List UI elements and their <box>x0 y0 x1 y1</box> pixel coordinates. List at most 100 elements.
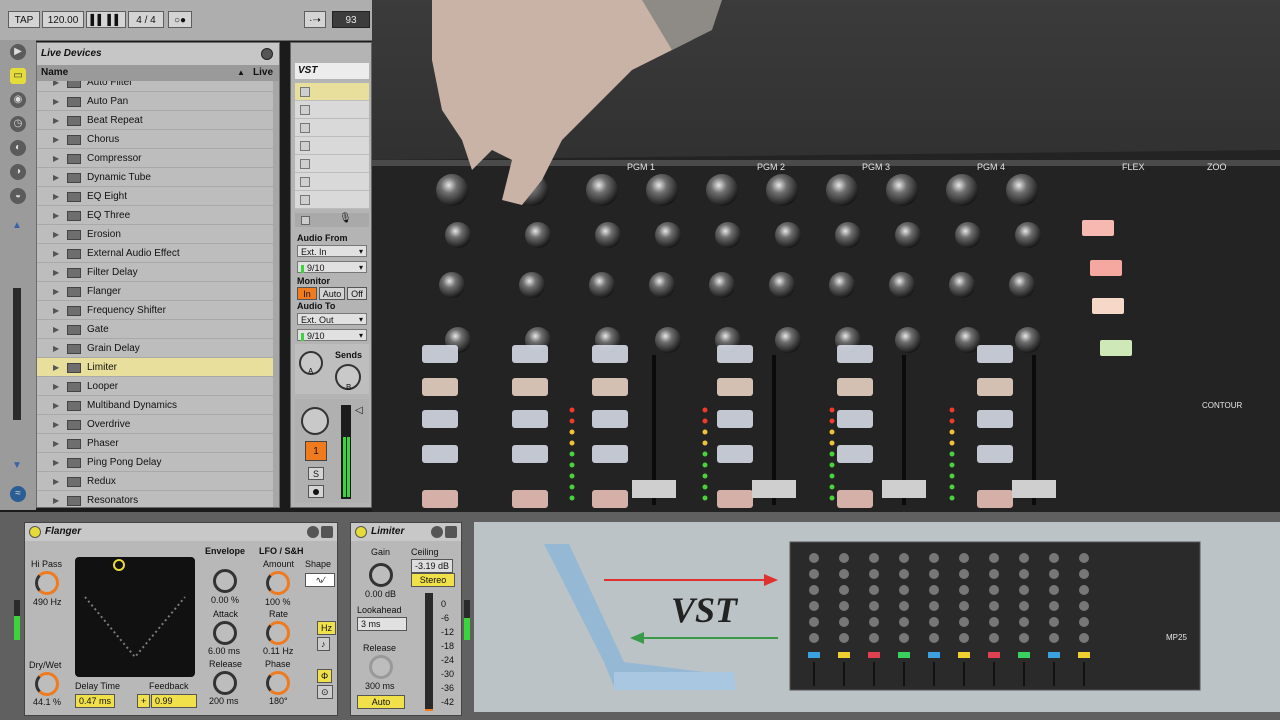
expand-arrow-icon[interactable]: ▶ <box>53 377 59 396</box>
time-signature-field[interactable]: 4 / 4 <box>128 11 164 28</box>
drywet-knob[interactable] <box>35 672 59 696</box>
device-list-item[interactable]: ▶ Dynamic Tube <box>37 168 275 187</box>
expand-arrow-icon[interactable]: ▶ <box>53 415 59 434</box>
devices-icon[interactable]: ▭ <box>10 68 26 84</box>
device-list-item[interactable]: ▶ Beat Repeat <box>37 111 275 130</box>
folder1-icon[interactable]: ◐ <box>10 140 26 156</box>
folder2-icon[interactable]: ◑ <box>10 164 26 180</box>
clip-slot-stop-icon[interactable] <box>300 141 310 151</box>
device-list-item[interactable]: ▶ Chorus <box>37 130 275 149</box>
limiter-auto-button[interactable]: Auto <box>357 695 405 709</box>
monitor-in-button[interactable]: In <box>297 287 317 300</box>
clip-slot[interactable] <box>295 155 369 173</box>
device-list-item[interactable]: ▶ Erosion <box>37 225 275 244</box>
env-release-knob[interactable] <box>213 671 237 695</box>
stereo-button[interactable]: Stereo <box>411 573 455 587</box>
phase-mode-button[interactable]: Φ <box>317 669 333 683</box>
clip-slot-stop-icon[interactable] <box>300 87 310 97</box>
tempo-field[interactable]: 120.00 <box>42 11 84 28</box>
device-list-item[interactable]: ▶ Filter Delay <box>37 263 275 282</box>
wave-icon[interactable]: ≈ <box>10 486 26 502</box>
clip-slot-stop-icon[interactable] <box>300 105 310 115</box>
arrow-right-icon[interactable]: ·➝ <box>304 11 326 28</box>
device-list-item[interactable]: ▶ Grain Delay <box>37 339 275 358</box>
expand-arrow-icon[interactable]: ▶ <box>53 282 59 301</box>
expand-arrow-icon[interactable]: ▶ <box>53 453 59 472</box>
expand-arrow-icon[interactable]: ▶ <box>53 472 59 491</box>
device-list-item[interactable]: ▶ External Audio Effect <box>37 244 275 263</box>
phase-knob[interactable] <box>266 671 290 695</box>
browser-settings-icon[interactable] <box>261 48 273 60</box>
expand-arrow-icon[interactable]: ▶ <box>53 168 59 187</box>
device-list-item[interactable]: ▶ Flanger <box>37 282 275 301</box>
device-list-item[interactable]: ▶ Auto Filter <box>37 81 275 92</box>
pan-knob[interactable] <box>301 407 329 435</box>
column-name[interactable]: Name <box>41 67 68 78</box>
flanger-power-button[interactable] <box>29 526 41 538</box>
device-list-item[interactable]: ▶ Limiter <box>37 358 275 377</box>
feedback-value[interactable]: 0.99 <box>151 694 197 708</box>
expand-arrow-icon[interactable]: ▶ <box>53 130 59 149</box>
solo-button[interactable]: S <box>308 467 324 480</box>
delay-time-value[interactable]: 0.47 ms <box>75 694 116 708</box>
expand-arrow-icon[interactable]: ▶ <box>53 339 59 358</box>
device-list-item[interactable]: ▶ Looper <box>37 377 275 396</box>
amount-knob[interactable] <box>266 571 290 595</box>
stop-clip-icon[interactable] <box>301 216 310 225</box>
metronome-icon[interactable]: ▌▌ ▌▌ <box>86 11 126 28</box>
expand-arrow-icon[interactable]: ▶ <box>53 358 59 377</box>
expand-arrow-icon[interactable]: ▶ <box>53 81 59 92</box>
device-list-item[interactable]: ▶ Auto Pan <box>37 92 275 111</box>
clip-slot-stop-icon[interactable] <box>300 159 310 169</box>
clip-slot[interactable] <box>295 137 369 155</box>
limiter-save-icon[interactable] <box>445 526 457 538</box>
expand-arrow-icon[interactable]: ▶ <box>53 301 59 320</box>
follow-icon[interactable]: ○● <box>168 11 192 28</box>
track-activator-button[interactable]: 1 <box>305 441 327 461</box>
volume-pointer-icon[interactable]: ◁ <box>355 405 363 416</box>
feedback-plus-button[interactable]: + <box>137 694 151 708</box>
spin-button[interactable]: ⊙ <box>317 685 333 699</box>
shape-wave-icon[interactable]: ∿∕ <box>305 573 335 587</box>
browser-scrollbar[interactable] <box>273 81 279 507</box>
limiter-power-button[interactable] <box>355 526 367 538</box>
expand-arrow-icon[interactable]: ▶ <box>53 187 59 206</box>
audio-to-select[interactable]: Ext. Out <box>297 313 367 326</box>
flanger-xy-pad[interactable] <box>75 557 195 677</box>
device-list-item[interactable]: ▶ Compressor <box>37 149 275 168</box>
limiter-edit-icon[interactable] <box>431 526 443 538</box>
clip-slot[interactable] <box>295 191 369 209</box>
clip-slot-stop-icon[interactable] <box>300 195 310 205</box>
expand-arrow-icon[interactable]: ▶ <box>53 491 59 507</box>
device-list-item[interactable]: ▶ Multiband Dynamics <box>37 396 275 415</box>
clip-slot[interactable] <box>295 83 369 101</box>
rate-hz-button[interactable]: Hz <box>317 621 336 635</box>
monitor-auto-button[interactable]: Auto <box>319 287 345 300</box>
device-list-item[interactable]: ▶ Resonators <box>37 491 275 507</box>
flanger-edit-icon[interactable] <box>307 526 319 538</box>
arm-button[interactable] <box>308 485 324 498</box>
scrollbar-track[interactable] <box>13 288 21 420</box>
limiter-release-knob[interactable] <box>369 655 393 679</box>
expand-arrow-icon[interactable]: ▶ <box>53 111 59 130</box>
ceiling-value[interactable]: -3.19 dB <box>411 559 454 573</box>
flanger-save-icon[interactable] <box>321 526 333 538</box>
clip-slot[interactable] <box>295 173 369 191</box>
device-list-item[interactable]: ▶ Frequency Shifter <box>37 301 275 320</box>
audio-from-channel-select[interactable]: 9/10 <box>297 261 367 274</box>
expand-arrow-icon[interactable]: ▶ <box>53 244 59 263</box>
device-list-item[interactable]: ▶ Gate <box>37 320 275 339</box>
expand-arrow-icon[interactable]: ▶ <box>53 225 59 244</box>
plugins-icon[interactable]: ◉ <box>10 92 26 108</box>
expand-arrow-icon[interactable]: ▶ <box>53 149 59 168</box>
audio-from-select[interactable]: Ext. In <box>297 245 367 258</box>
expand-arrow-icon[interactable]: ▶ <box>53 320 59 339</box>
device-list-item[interactable]: ▶ Phaser <box>37 434 275 453</box>
column-live[interactable]: Live <box>253 65 273 81</box>
device-list-item[interactable]: ▶ Overdrive <box>37 415 275 434</box>
audio-to-channel-select[interactable]: 9/10 <box>297 329 367 342</box>
tap-button[interactable]: TAP <box>8 11 40 28</box>
folder3-icon[interactable]: ◒ <box>10 188 26 204</box>
clip-slot[interactable] <box>295 101 369 119</box>
scroll-down-icon[interactable]: ▼ <box>12 460 22 471</box>
